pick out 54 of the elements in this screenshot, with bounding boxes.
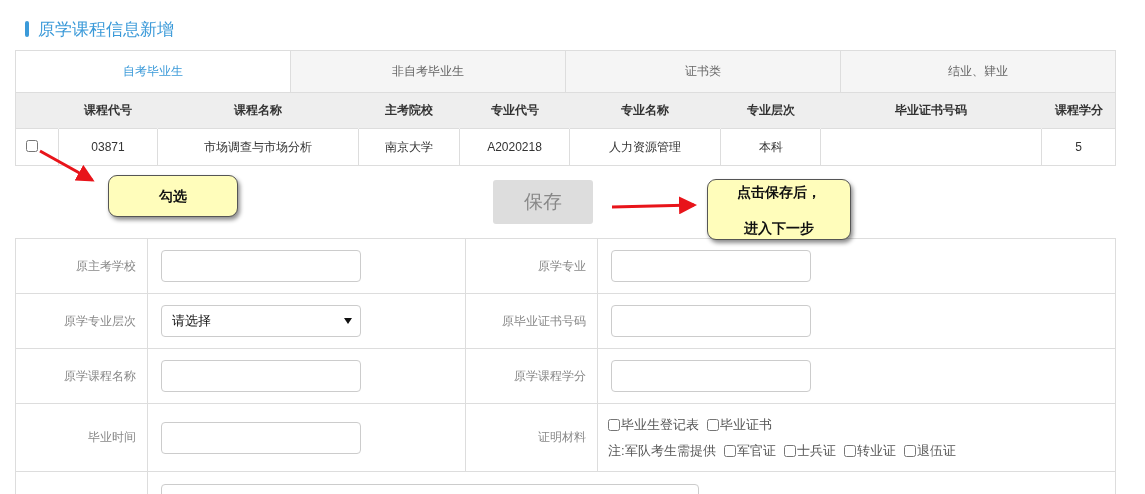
title-marker	[25, 21, 29, 37]
table-cell: 人力资源管理	[569, 128, 721, 165]
row-checkbox[interactable]	[26, 139, 38, 152]
checkbox-label: 毕业生登记表	[621, 415, 699, 434]
checkbox-label: 退伍证	[916, 441, 956, 460]
field-label: 原毕业证书号码	[466, 294, 598, 349]
input-field[interactable]	[161, 250, 361, 282]
column-header: 毕业证书号码	[820, 93, 1042, 129]
table-cell: 本科	[720, 128, 821, 165]
table-cell: 03871	[58, 128, 158, 165]
column-header: 专业名称	[569, 93, 721, 129]
column-header: 课程名称	[157, 93, 359, 129]
caret-icon	[344, 318, 352, 324]
table-cell: 市场调查与市场分析	[157, 128, 359, 165]
field-label: 原学专业	[466, 239, 598, 294]
checkbox[interactable]	[903, 444, 916, 457]
field-label: 原学课程学分	[466, 349, 598, 404]
checkbox-label: 士兵证	[796, 441, 836, 460]
input-field[interactable]	[161, 360, 361, 392]
checkbox-label: 转业证	[856, 441, 896, 460]
column-header: 专业代号	[459, 93, 570, 129]
column-header: 专业层次	[720, 93, 821, 129]
tab[interactable]: 证书类	[565, 51, 840, 92]
field-label: 原学课程名称	[16, 349, 148, 404]
table-cell: A2020218	[459, 128, 570, 165]
checkbox-label: 军官证	[736, 441, 776, 460]
page-title: 原学课程信息新增	[38, 18, 174, 41]
field-label: 原主考学校	[16, 239, 148, 294]
checkbox[interactable]	[707, 418, 719, 431]
column-header: 课程代号	[58, 93, 158, 129]
field-label: 原学专业层次	[16, 294, 148, 349]
field-label: 毕业时间	[16, 404, 148, 472]
checkbox-label: 毕业证书	[720, 415, 772, 434]
callout-note: 点击保存后， 进入下一步	[707, 179, 851, 240]
note-text: 注:军队考生需提供	[608, 441, 716, 460]
tab[interactable]: 非自考毕业生	[290, 51, 565, 92]
column-header: 课程学分	[1041, 93, 1115, 129]
header-cell	[16, 93, 59, 129]
arrow	[39, 149, 95, 182]
callout-note: 勾选	[108, 175, 238, 217]
field-label: 证明材料	[466, 404, 598, 472]
checkbox[interactable]	[723, 444, 736, 457]
checkbox[interactable]	[843, 444, 856, 457]
input-field[interactable]	[611, 305, 811, 337]
input-field[interactable]	[611, 360, 811, 392]
checkbox[interactable]	[608, 418, 620, 431]
column-header: 主考院校	[358, 93, 460, 129]
tab[interactable]: 结业、肄业	[840, 51, 1115, 92]
input-field[interactable]	[161, 421, 361, 454]
select-field[interactable]: 请选择	[161, 305, 361, 337]
input-field[interactable]	[611, 250, 811, 282]
checkbox[interactable]	[783, 444, 796, 457]
table-cell: 南京大学	[358, 128, 460, 165]
table-cell: 5	[1041, 128, 1115, 165]
